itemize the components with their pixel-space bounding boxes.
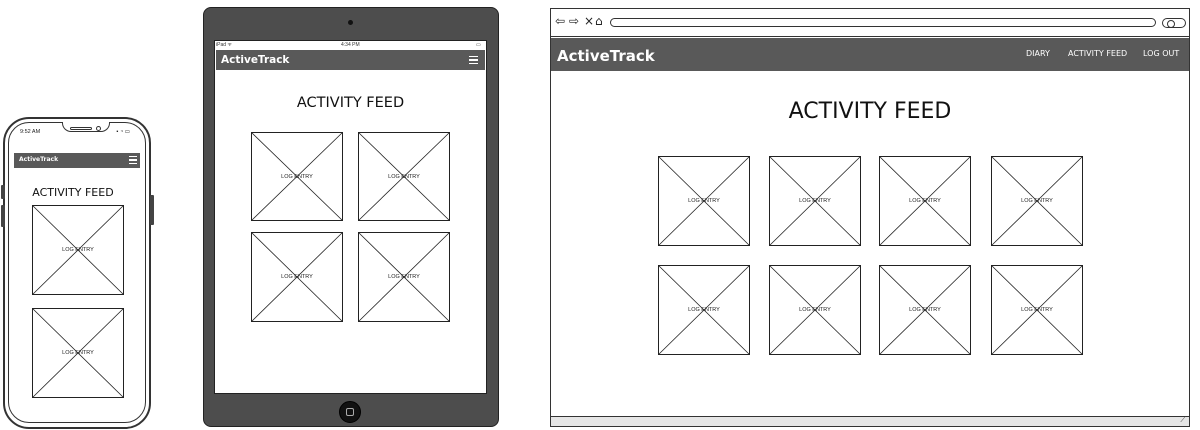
- hamburger-icon[interactable]: [469, 56, 478, 65]
- page-title: ACTIVITY FEED: [32, 186, 114, 199]
- tablet-camera: [348, 20, 353, 25]
- log-entry-card[interactable]: LOG ENTRY: [251, 232, 343, 322]
- image-placeholder-icon: [359, 133, 449, 220]
- close-icon[interactable]: ×: [584, 15, 594, 27]
- forward-arrow-icon[interactable]: ⇨: [569, 15, 579, 27]
- log-entry-card[interactable]: LOG ENTRY: [769, 265, 861, 355]
- tablet-status-carrier: iPad ᯤ: [216, 42, 232, 48]
- home-icon[interactable]: ⌂: [595, 15, 603, 27]
- phone-status-icons: ▪ ◔ ▭: [116, 129, 130, 135]
- phone-volume-button: [1, 185, 5, 199]
- browser-navbar: ActiveTrack DIARY ACTIVITY FEED LOG OUT: [551, 38, 1189, 71]
- brand-logo[interactable]: ActiveTrack: [221, 54, 289, 66]
- phone-power-button: [150, 195, 154, 225]
- nav-link-diary[interactable]: DIARY: [1026, 49, 1050, 58]
- image-placeholder-icon: [252, 133, 342, 220]
- log-entry-card[interactable]: LOG ENTRY: [32, 308, 124, 398]
- log-entry-card[interactable]: LOG ENTRY: [32, 205, 124, 295]
- home-button-icon[interactable]: [339, 401, 361, 423]
- nav-link-activity-feed[interactable]: ACTIVITY FEED: [1068, 49, 1127, 58]
- image-placeholder-icon: [33, 309, 123, 397]
- phone-navbar: ActiveTrack: [14, 153, 140, 168]
- phone-status-bar: 9:52 AM ▪ ◔ ▭: [20, 129, 144, 135]
- brand-logo[interactable]: ActiveTrack: [557, 47, 655, 65]
- phone-status-time: 9:52 AM: [20, 129, 41, 135]
- image-placeholder-icon: [252, 233, 342, 321]
- image-placeholder-icon: [880, 157, 970, 245]
- log-entry-card[interactable]: LOG ENTRY: [358, 232, 450, 322]
- tablet-status-battery: ▭: [476, 42, 481, 48]
- image-placeholder-icon: [770, 157, 860, 245]
- image-placeholder-icon: [770, 266, 860, 354]
- log-entry-card[interactable]: LOG ENTRY: [991, 156, 1083, 246]
- image-placeholder-icon: [659, 266, 749, 354]
- nav-link-log-out[interactable]: LOG OUT: [1143, 49, 1179, 58]
- hamburger-icon[interactable]: [129, 156, 137, 165]
- tablet-status-time: 4:34 PM: [341, 42, 360, 48]
- back-arrow-icon[interactable]: ⇦: [555, 15, 565, 27]
- tablet-navbar: ActiveTrack: [216, 50, 485, 70]
- image-placeholder-icon: [992, 266, 1082, 354]
- log-entry-card[interactable]: LOG ENTRY: [358, 132, 450, 221]
- browser-status-bar: ⟋: [551, 415, 1189, 426]
- image-placeholder-icon: [33, 206, 123, 294]
- log-entry-card[interactable]: LOG ENTRY: [658, 265, 750, 355]
- log-entry-card[interactable]: LOG ENTRY: [991, 265, 1083, 355]
- image-placeholder-icon: [659, 157, 749, 245]
- brand-logo[interactable]: ActiveTrack: [19, 156, 58, 163]
- log-entry-card[interactable]: LOG ENTRY: [769, 156, 861, 246]
- address-bar[interactable]: [610, 18, 1156, 27]
- browser-menu-icon[interactable]: [1162, 18, 1186, 28]
- log-entry-card[interactable]: LOG ENTRY: [251, 132, 343, 221]
- image-placeholder-icon: [992, 157, 1082, 245]
- log-entry-card[interactable]: LOG ENTRY: [658, 156, 750, 246]
- resize-grip-icon[interactable]: ⟋: [1180, 415, 1186, 425]
- page-title: ACTIVITY FEED: [788, 99, 952, 124]
- phone-volume-button: [1, 205, 5, 227]
- log-entry-card[interactable]: LOG ENTRY: [879, 265, 971, 355]
- image-placeholder-icon: [359, 233, 449, 321]
- image-placeholder-icon: [880, 266, 970, 354]
- page-title: ACTIVITY FEED: [296, 95, 405, 111]
- log-entry-card[interactable]: LOG ENTRY: [879, 156, 971, 246]
